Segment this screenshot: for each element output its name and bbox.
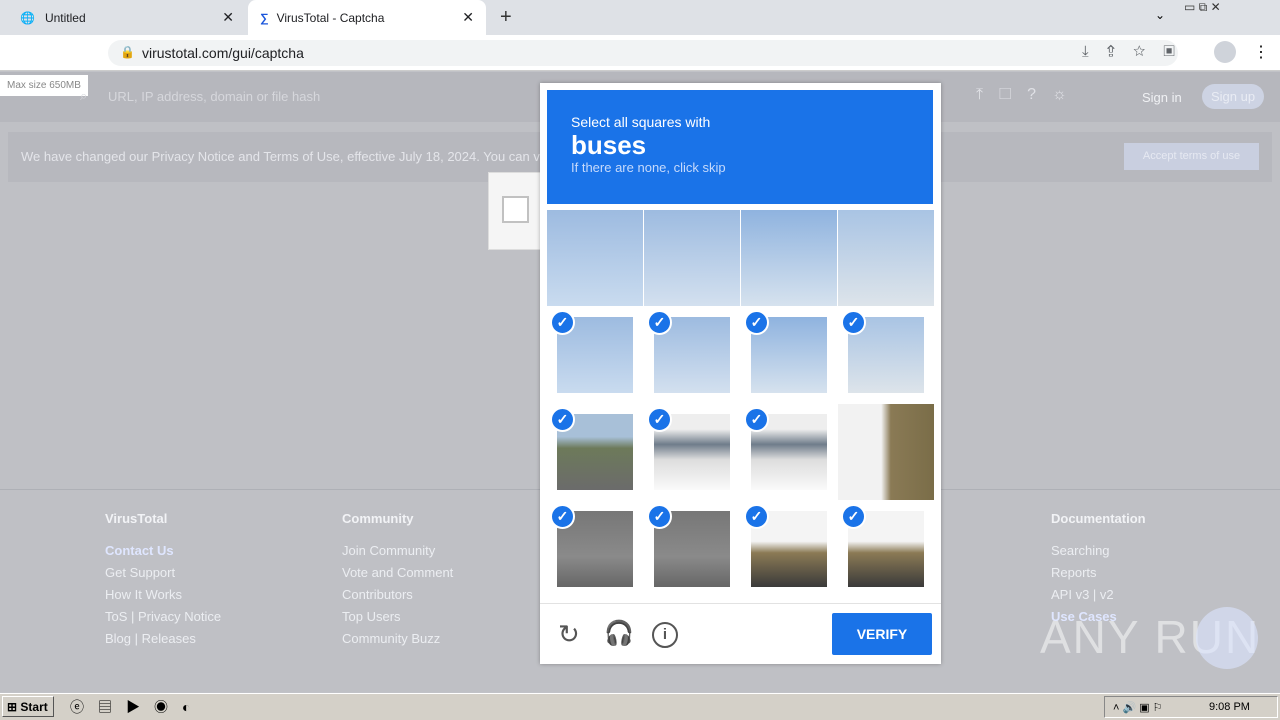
footer-col-documentation: Documentation Searching Reports API v3 |… bbox=[1051, 511, 1146, 624]
accept-terms-button[interactable]: Accept terms of use bbox=[1124, 143, 1259, 170]
taskbar-apps[interactable]: ⓔ▤▶◉◐ bbox=[70, 697, 204, 717]
captcha-target: buses bbox=[571, 130, 647, 160]
start-label: Start bbox=[20, 700, 48, 714]
check-icon: ✓ bbox=[744, 310, 769, 335]
captcha-header: Select all squares with buses If there a… bbox=[547, 90, 933, 204]
headphones-icon[interactable]: 🎧 bbox=[604, 619, 634, 648]
tab-virustotal[interactable]: ∑ VirusTotal - Captcha ✕ bbox=[248, 0, 486, 35]
footer-link[interactable]: Blog | Releases bbox=[105, 631, 221, 646]
footer-heading: VirusTotal bbox=[105, 511, 168, 526]
footer-link[interactable]: API v3 | v2 bbox=[1051, 587, 1146, 602]
captcha-tile[interactable]: ✓ bbox=[644, 307, 740, 403]
footer-link[interactable]: Contact Us bbox=[105, 543, 221, 558]
captcha-tile[interactable]: ✓ bbox=[547, 307, 643, 403]
captcha-tile[interactable]: ✓ bbox=[644, 404, 740, 500]
search-input[interactable]: URL, IP address, domain or file hash bbox=[108, 89, 320, 104]
captcha-dialog: Select all squares with buses If there a… bbox=[540, 83, 941, 664]
max-size-tooltip: Max size 650MB bbox=[0, 75, 88, 96]
check-icon: ✓ bbox=[841, 504, 866, 529]
footer-heading: Community bbox=[342, 511, 414, 526]
info-icon[interactable]: i bbox=[652, 622, 678, 648]
check-icon: ✓ bbox=[550, 310, 575, 335]
clock: 9:08 PM bbox=[1209, 701, 1250, 713]
lock-icon: 🔒 bbox=[120, 45, 135, 59]
close-tab-icon[interactable]: ✕ bbox=[462, 9, 474, 26]
check-icon: ✓ bbox=[647, 504, 672, 529]
check-icon: ✓ bbox=[550, 407, 575, 432]
system-tray: ˄ 🔊 ▣ ⚐ 9:08 PM bbox=[1104, 696, 1278, 718]
captcha-tile[interactable]: ✓ bbox=[547, 501, 643, 597]
captcha-tile[interactable] bbox=[741, 210, 837, 306]
sign-up-button[interactable]: Sign up bbox=[1202, 84, 1265, 109]
captcha-prompt: Select all squares with bbox=[571, 114, 711, 130]
check-icon: ✓ bbox=[647, 310, 672, 335]
captcha-tile[interactable]: ✓ bbox=[838, 501, 934, 597]
tab-untitled[interactable]: 🌐 Untitled ✕ bbox=[8, 0, 246, 35]
footer-col-community: Community Join Community Vote and Commen… bbox=[342, 511, 453, 646]
globe-icon: 🌐 bbox=[20, 10, 35, 25]
check-icon: ✓ bbox=[550, 504, 575, 529]
new-tab-button[interactable]: + bbox=[500, 6, 512, 29]
captcha-tile[interactable]: ✓ bbox=[741, 501, 837, 597]
footer-link[interactable]: Contributors bbox=[342, 587, 453, 602]
captcha-tile[interactable]: ✓ bbox=[741, 404, 837, 500]
recaptcha-checkbox[interactable] bbox=[502, 196, 529, 223]
start-button[interactable]: ⊞ Start bbox=[2, 696, 54, 717]
footer-link[interactable]: ToS | Privacy Notice bbox=[105, 609, 221, 624]
captcha-tile[interactable]: ✓ bbox=[741, 307, 837, 403]
footer-link[interactable]: Top Users bbox=[342, 609, 453, 624]
taskbar: ⊞ Start ⓔ▤▶◉◐ ˄ 🔊 ▣ ⚐ 9:08 PM bbox=[0, 693, 1280, 720]
footer-heading: Documentation bbox=[1051, 511, 1146, 526]
tray-icons[interactable]: ˄ 🔊 ▣ ⚐ bbox=[1113, 702, 1163, 714]
footer-link[interactable]: Searching bbox=[1051, 543, 1146, 558]
footer-link[interactable]: Reports bbox=[1051, 565, 1146, 580]
toolbar-icons[interactable]: ⤓⇪☆▣ bbox=[1082, 43, 1193, 60]
footer-link[interactable]: Get Support bbox=[105, 565, 221, 580]
close-tab-icon[interactable]: ✕ bbox=[222, 9, 234, 26]
tab-bar: 🌐 Untitled ✕ ∑ VirusTotal - Captcha ✕ + ⌄ ▭ … bbox=[0, 0, 1280, 35]
tile-image bbox=[741, 210, 837, 306]
url-input[interactable]: 🔒 virustotal.com/gui/captcha bbox=[108, 40, 1178, 66]
banner-text: We have changed our Privacy Notice and T… bbox=[21, 149, 540, 164]
check-icon: ✓ bbox=[744, 407, 769, 432]
search-icon: ⌕ bbox=[80, 88, 88, 103]
divider bbox=[540, 603, 941, 604]
check-icon: ✓ bbox=[647, 407, 672, 432]
tile-image bbox=[644, 210, 740, 306]
footer-link[interactable]: Vote and Comment bbox=[342, 565, 453, 580]
window-controls[interactable]: ▭ ⧉ ✕ bbox=[1184, 0, 1221, 15]
header-icons[interactable]: ⤒☐?☼ bbox=[976, 86, 1083, 104]
footer-link[interactable]: Community Buzz bbox=[342, 631, 453, 646]
captcha-tile[interactable] bbox=[838, 210, 934, 306]
captcha-tile[interactable] bbox=[838, 404, 934, 500]
reload-icon[interactable]: ↻ bbox=[558, 619, 580, 650]
tab-title: VirusTotal - Captcha bbox=[276, 10, 385, 25]
chat-bubble-button[interactable] bbox=[1196, 607, 1258, 669]
tile-image bbox=[547, 210, 643, 306]
tile-image bbox=[838, 404, 934, 500]
captcha-tile[interactable]: ✓ bbox=[644, 501, 740, 597]
footer-link[interactable]: Join Community bbox=[342, 543, 453, 558]
tab-title: Untitled bbox=[44, 10, 86, 25]
url-text: virustotal.com/gui/captcha bbox=[142, 45, 304, 61]
check-icon: ✓ bbox=[744, 504, 769, 529]
footer-col-virustotal: VirusTotal Contact Us Get Support How It… bbox=[105, 511, 221, 646]
recaptcha-widget bbox=[488, 172, 542, 250]
captcha-hint: If there are none, click skip bbox=[571, 160, 726, 175]
check-icon: ✓ bbox=[841, 310, 866, 335]
tile-image bbox=[838, 210, 934, 306]
sign-in-link[interactable]: Sign in bbox=[1142, 90, 1182, 105]
virustotal-icon: ∑ bbox=[260, 10, 269, 25]
profile-avatar[interactable] bbox=[1214, 41, 1236, 63]
captcha-tile[interactable]: ✓ bbox=[838, 307, 934, 403]
verify-button[interactable]: VERIFY bbox=[832, 613, 932, 655]
captcha-tile[interactable] bbox=[547, 210, 643, 306]
captcha-tile[interactable] bbox=[644, 210, 740, 306]
tab-list-button[interactable]: ⌄ bbox=[1155, 8, 1165, 22]
footer-link[interactable]: How It Works bbox=[105, 587, 221, 602]
menu-icon[interactable]: ⋮ bbox=[1253, 42, 1269, 62]
captcha-tile[interactable]: ✓ bbox=[547, 404, 643, 500]
